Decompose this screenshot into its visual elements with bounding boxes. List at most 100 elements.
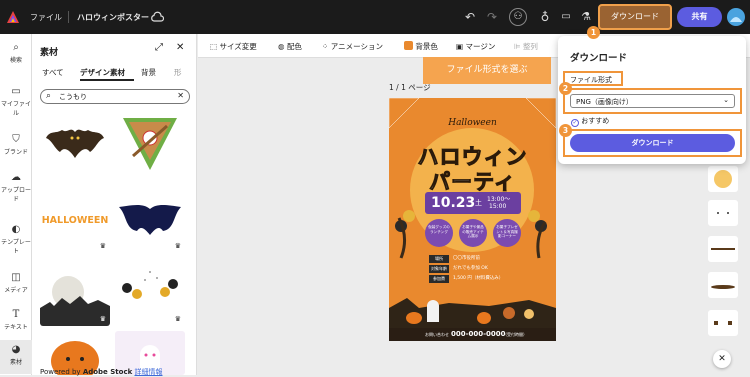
margin-icon: ▣ — [456, 42, 464, 51]
search-input[interactable]: こうもり — [59, 92, 87, 102]
background-color-swatch — [404, 41, 413, 50]
page-thumb[interactable] — [708, 200, 738, 226]
page-thumb[interactable] — [708, 236, 738, 262]
download-panel: ダウンロード ファイル形式 PNG（画像向け） ⌄ ✓ おすすめ ダウンロード — [558, 36, 746, 164]
check-icon: ✓ — [571, 119, 579, 127]
page-thumb[interactable] — [708, 272, 738, 298]
rail-item-media[interactable]: ◫ メディア — [0, 272, 32, 294]
resize-label: サイズ変更 — [219, 42, 257, 51]
premium-icon: ♛ — [99, 315, 106, 323]
rail-item-my-files[interactable]: ▭ マイファイル — [0, 86, 32, 117]
eyes-thumb-icon — [717, 212, 729, 214]
redo-icon[interactable]: ↷ — [484, 9, 500, 25]
poster-contact-bar: お問い合わせ 000-000-0000 （受付時間） — [389, 328, 556, 341]
panel-title: 素材 — [40, 48, 59, 58]
add-user-icon[interactable]: ⚇ — [509, 8, 527, 26]
arrange-button[interactable]: ⊫ 整列 — [514, 41, 538, 52]
arrange-label: 整列 — [522, 42, 538, 51]
format-label: ファイル形式 — [570, 76, 612, 84]
app-logo-icon[interactable] — [6, 10, 20, 24]
bat-icon — [46, 129, 104, 158]
background-color-button[interactable]: 背景色 — [404, 41, 438, 52]
element-thumb-graveyard[interactable]: ♛ — [40, 258, 110, 326]
tab-underline — [80, 79, 134, 81]
comment-icon[interactable]: ▭ — [558, 9, 574, 25]
step-badge-1: 1 — [587, 26, 600, 39]
template-icon: ◐ — [11, 224, 21, 235]
palette-icon: ◍ — [278, 42, 285, 51]
rail-item-template[interactable]: ◐ テンプレート — [0, 224, 32, 255]
element-thumb-baseball[interactable] — [115, 112, 185, 180]
upload-icon: ☁ — [11, 172, 21, 183]
rail-label: ブランド — [3, 149, 28, 156]
document-title[interactable]: ハロウィンポスター — [77, 12, 149, 23]
callout-choose-format: ファイル形式を選ぶ — [423, 57, 551, 84]
background-color-label: 背景色 — [415, 42, 438, 51]
poster-characters — [406, 300, 534, 324]
poster-canvas[interactable]: Halloween ハロウィン パーティ 10.23 土 13:00～ 15:0… — [389, 98, 556, 341]
element-thumb-halloween-text[interactable]: HALLOWEEN ♛ — [40, 185, 110, 253]
poster-contact-label: お問い合わせ — [425, 332, 449, 337]
recommended-row: ✓ おすすめ — [571, 116, 609, 127]
rail-label: 素材 — [9, 359, 22, 366]
rail-label: テキスト — [4, 324, 28, 331]
close-icon[interactable]: ✕ — [176, 42, 184, 53]
flask-icon[interactable]: ⚗ — [578, 9, 594, 25]
format-label-highlight: ファイル形式 — [563, 71, 623, 86]
clear-icon[interactable]: ✕ — [177, 91, 184, 100]
resize-button[interactable]: ⬚ サイズ変更 — [210, 41, 257, 52]
resize-icon: ⬚ — [210, 42, 218, 51]
cloud-icon — [151, 11, 164, 22]
page-thumb[interactable] — [708, 166, 738, 192]
file-menu[interactable]: ファイル — [30, 12, 62, 23]
search-field[interactable]: ⌕ こうもり ✕ — [40, 89, 190, 104]
download-button[interactable]: ダウンロード — [570, 134, 735, 152]
undo-icon[interactable]: ↶ — [462, 9, 478, 25]
step-badge-2: 2 — [559, 82, 572, 95]
download-top-button[interactable]: ダウンロード — [598, 4, 672, 30]
media-icon: ◫ — [11, 272, 21, 283]
rail-item-search[interactable]: ⌕ 検索 — [0, 42, 32, 64]
element-thumb-bat[interactable] — [40, 112, 110, 180]
format-select[interactable]: PNG（画像向け） ⌄ — [570, 94, 735, 108]
tab-design-elements[interactable]: デザイン素材 — [80, 67, 125, 78]
step-badge-3: 3 — [559, 124, 572, 137]
dots-thumb-icon — [714, 321, 732, 325]
format-select-value: PNG（画像向け） — [576, 98, 633, 106]
divider — [68, 11, 69, 23]
lightbulb-icon[interactable]: ♁ — [537, 9, 553, 25]
rail-item-upload[interactable]: ☁ アップロード — [0, 172, 32, 203]
rail-item-brand[interactable]: ⛉ ブランド — [0, 134, 32, 156]
color-scheme-button[interactable]: ◍ 配色 — [278, 41, 302, 52]
expand-icon[interactable]: ⤢ — [155, 42, 163, 53]
element-thumb-balloons[interactable]: ♛ — [115, 258, 185, 326]
tab-background[interactable]: 背景 — [141, 67, 156, 78]
tab-all[interactable]: すべて — [42, 67, 64, 78]
animation-button[interactable]: ⁘ アニメーション — [322, 41, 383, 52]
search-icon: ⌕ — [46, 91, 52, 101]
poster-contact-note: （受付時間） — [503, 332, 527, 337]
animation-icon: ⁘ — [322, 42, 329, 51]
close-icon[interactable]: ✕ — [713, 350, 731, 368]
premium-icon: ♛ — [174, 242, 181, 250]
rail-item-text[interactable]: T テキスト — [0, 309, 32, 331]
animation-label: アニメーション — [330, 42, 384, 51]
rail-label: アップロード — [0, 187, 31, 203]
arrange-icon: ⊫ — [514, 42, 521, 51]
rail-label: メディア — [4, 287, 28, 294]
search-icon: ⌕ — [13, 42, 19, 53]
top-bar: ファイル ハロウィンポスター ↶ ↷ ⚇ ♁ ▭ ⚗ ダウンロード 共有 — [0, 0, 750, 34]
chevron-down-icon: ⌄ — [723, 96, 729, 104]
page-thumb[interactable] — [708, 310, 738, 336]
avatar[interactable] — [727, 8, 745, 26]
element-thumb-bat-silhouette[interactable]: ♛ — [115, 185, 185, 253]
panel-footer: Powered by Adobe Stock 詳細情報 — [40, 367, 162, 377]
ellipse-thumb-icon — [711, 285, 735, 289]
rail-item-elements[interactable]: ◕ 素材 — [0, 340, 32, 374]
margin-button[interactable]: ▣ マージン — [456, 41, 495, 52]
folder-icon: ▭ — [11, 86, 21, 97]
share-button[interactable]: 共有 — [677, 7, 722, 27]
tab-shapes[interactable]: 形 — [174, 67, 182, 78]
recommended-label: おすすめ — [581, 117, 610, 125]
baseball-icon — [123, 118, 177, 170]
